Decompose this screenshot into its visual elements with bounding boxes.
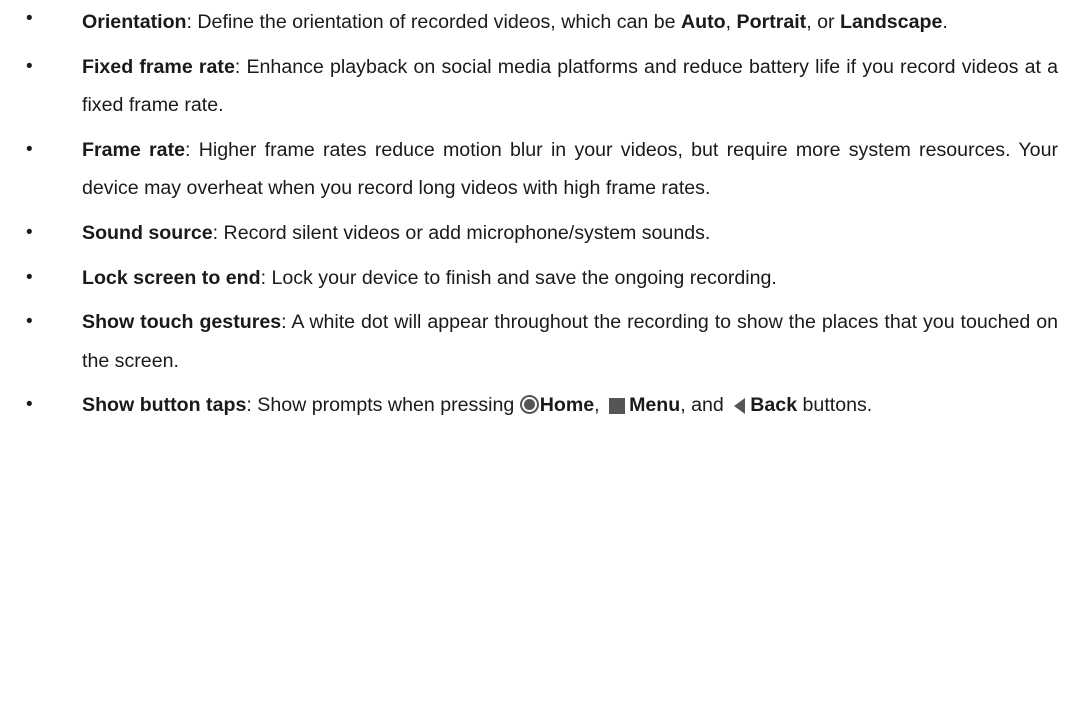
bullet-dot: • xyxy=(26,221,33,243)
bullet-dot: • xyxy=(26,311,33,333)
back-triangle-icon xyxy=(734,398,746,415)
bullet-dot: • xyxy=(26,394,33,416)
home-circle-icon xyxy=(519,395,539,415)
menu-square-icon xyxy=(609,398,626,415)
back-label: Back xyxy=(750,394,798,417)
item-text: : Lock your device to finish and save th… xyxy=(260,266,777,289)
term-fixed-frame-rate: Fixed frame rate xyxy=(82,55,235,78)
item-text: : Record silent videos or add microphone… xyxy=(212,221,711,244)
document-page: • Orientation: Define the orientation of… xyxy=(0,0,1072,722)
list-item-frame-rate: • Frame rate: Higher frame rates reduce … xyxy=(0,131,1072,208)
menu-label: Menu xyxy=(629,394,681,417)
bullet-dot: • xyxy=(26,138,33,160)
item-text: : Show prompts when pressing xyxy=(246,394,520,417)
home-label: Home xyxy=(539,394,595,417)
list-item-show-button-taps: • Show button taps: Show prompts when pr… xyxy=(0,386,1072,424)
term-show-touch-gestures: Show touch gestures xyxy=(82,311,282,334)
settings-bullet-list: • Orientation: Define the orientation of… xyxy=(0,0,1072,425)
term-sound-source: Sound source xyxy=(82,221,213,244)
term-lock-screen-to-end: Lock screen to end xyxy=(82,266,261,289)
list-item-fixed-frame-rate: • Fixed frame rate: Enhance playback on … xyxy=(0,48,1072,125)
bullet-dot: • xyxy=(26,266,33,288)
option-auto: Auto xyxy=(681,11,726,33)
option-landscape: Landscape xyxy=(839,11,943,33)
bullet-dot: • xyxy=(26,8,33,29)
item-text: : Define the orientation of recorded vid… xyxy=(186,11,682,33)
list-item-sound-source: • Sound source: Record silent videos or … xyxy=(0,214,1072,252)
term-orientation: Orientation xyxy=(82,11,187,33)
bullet-dot: • xyxy=(26,55,33,77)
list-item-show-touch-gestures: • Show touch gestures: A white dot will … xyxy=(0,303,1072,380)
item-text: : Higher frame rates reduce motion blur … xyxy=(82,138,1059,200)
list-item-lock-screen-to-end: • Lock screen to end: Lock your device t… xyxy=(0,259,1072,297)
option-portrait: Portrait xyxy=(736,11,807,33)
list-item-orientation: • Orientation: Define the orientation of… xyxy=(0,0,1072,41)
term-frame-rate: Frame rate xyxy=(82,138,186,161)
term-show-button-taps: Show button taps xyxy=(82,394,247,417)
